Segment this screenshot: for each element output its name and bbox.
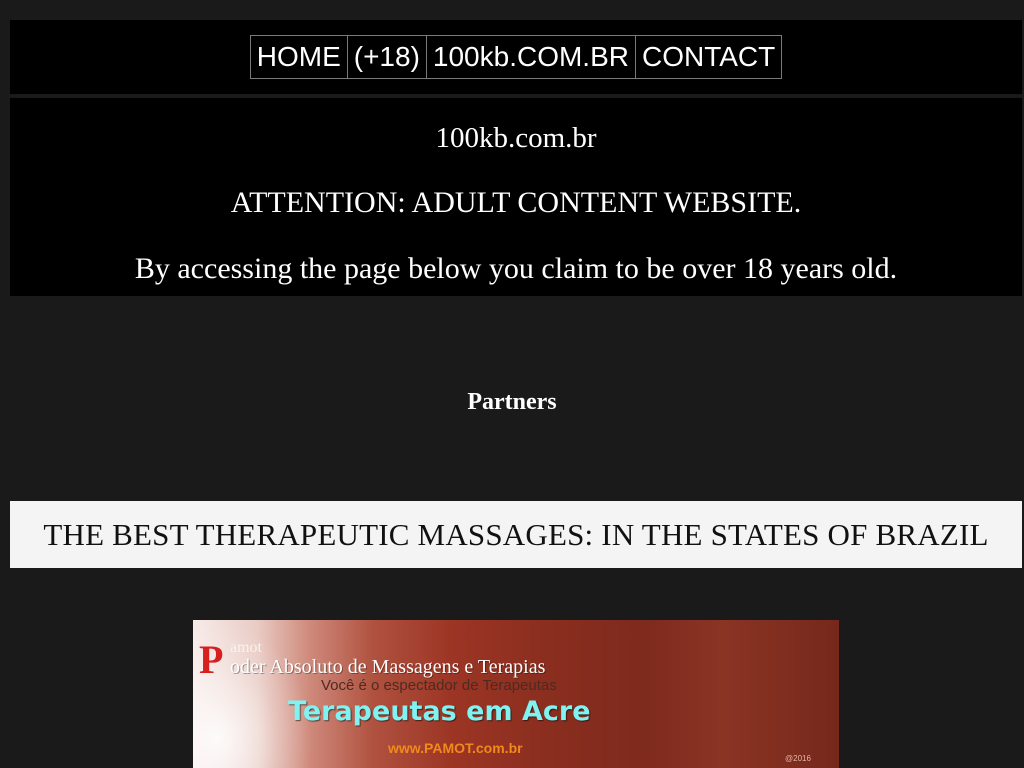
nav-menu: HOME (+18) 100kb.COM.BR CONTACT: [249, 35, 783, 79]
nav-adult-link[interactable]: (+18): [348, 36, 427, 78]
page: HOME (+18) 100kb.COM.BR CONTACT 100kb.co…: [0, 0, 1024, 768]
adult-content-warning: ATTENTION: ADULT CONTENT WEBSITE.: [230, 186, 802, 219]
pamot-logo-letter: P: [199, 637, 224, 682]
adult-warning-panel: 100kb.com.br ATTENTION: ADULT CONTENT WE…: [10, 98, 1022, 296]
site-name: 100kb.com.br: [435, 122, 597, 154]
pamot-headline: Terapeutas em Acre: [288, 696, 591, 727]
massage-promo-strip: THE BEST THERAPEUTIC MASSAGES: IN THE ST…: [10, 501, 1022, 568]
pamot-copyright-year: @2016: [785, 754, 811, 763]
age-disclaimer: By accessing the page below you claim to…: [134, 252, 898, 285]
nav-site-link[interactable]: 100kb.COM.BR: [427, 36, 636, 78]
nav-home-link[interactable]: HOME: [251, 36, 348, 78]
pamot-url: www.PAMOT.com.br: [388, 740, 523, 756]
nav-contact-link[interactable]: CONTACT: [636, 36, 781, 78]
pamot-brand-text: amot: [230, 639, 262, 656]
pamot-subtitle: Você é o espectador de Terapeutas: [321, 677, 557, 694]
partners-heading: Partners: [467, 389, 557, 415]
top-navigation: HOME (+18) 100kb.COM.BR CONTACT: [10, 20, 1022, 94]
pamot-tagline: oder Absoluto de Massagens e Terapias: [230, 656, 546, 678]
massage-promo-title: THE BEST THERAPEUTIC MASSAGES: IN THE ST…: [43, 516, 989, 552]
pamot-partner-banner[interactable]: P amot oder Absoluto de Massagens e Tera…: [193, 620, 839, 768]
